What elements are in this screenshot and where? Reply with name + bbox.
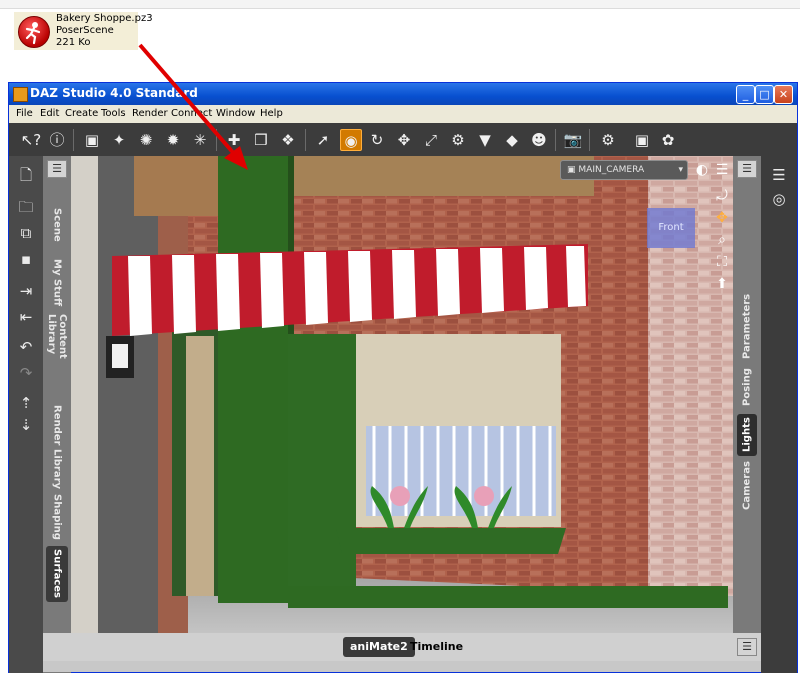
annotation-arrow (138, 43, 248, 170)
